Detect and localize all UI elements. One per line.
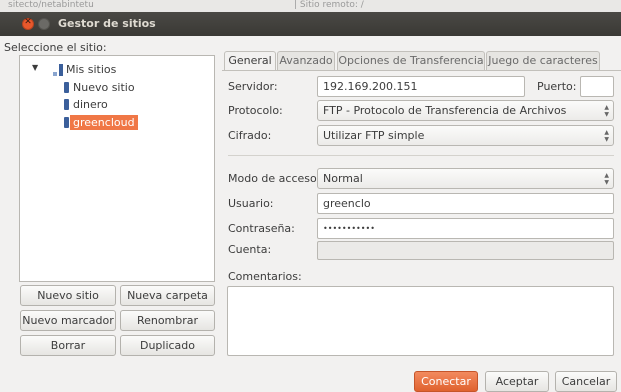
account-label: Cuenta: <box>228 243 272 256</box>
new-bookmark-button[interactable]: Nuevo marcador <box>20 310 116 331</box>
port-label: Puerto: <box>537 80 577 93</box>
tab-divider <box>222 70 621 71</box>
tree-root-my-sites[interactable]: Mis sitios <box>66 62 116 77</box>
server-input[interactable]: 192.169.200.151 <box>317 76 525 97</box>
encryption-select[interactable]: Utilizar FTP simple ▲ ▼ <box>317 125 614 146</box>
logon-type-select[interactable]: Normal ▲ ▼ <box>317 168 614 189</box>
password-label: Contraseña: <box>228 222 295 235</box>
account-input <box>317 241 614 260</box>
expand-triangle-icon[interactable]: ▼ <box>32 63 38 72</box>
folder-tree-icon <box>53 64 63 76</box>
tree-item-greencloud[interactable]: greencloud <box>70 115 138 130</box>
tree-item-dinero[interactable]: dinero <box>73 97 108 112</box>
window-title: Gestor de sitios <box>58 17 156 30</box>
tab-charset[interactable]: Juego de caracteres <box>486 51 600 70</box>
minimize-window-button[interactable] <box>38 18 50 30</box>
new-folder-button[interactable]: Nueva carpeta <box>120 285 215 306</box>
logon-type-value: Normal <box>323 172 363 185</box>
user-label: Usuario: <box>228 197 274 210</box>
site-tree[interactable]: ▼ Mis sitios Nuevo sitio dinero greenclo… <box>19 55 215 282</box>
site-icon <box>64 99 69 110</box>
protocol-value: FTP - Protocolo de Transferencia de Arch… <box>323 104 567 117</box>
password-input[interactable]: ••••••••••• <box>317 218 614 239</box>
comments-textarea[interactable] <box>227 286 614 356</box>
duplicate-button[interactable]: Duplicado <box>120 335 215 356</box>
tree-item-new-site[interactable]: Nuevo sitio <box>73 80 135 95</box>
tab-advanced[interactable]: Avanzado <box>277 51 335 70</box>
logon-type-label: Modo de acceso: <box>228 172 321 185</box>
encryption-label: Cifrado: <box>228 129 272 142</box>
protocol-label: Protocolo: <box>228 104 283 117</box>
updown-arrows-icon: ▲ ▼ <box>604 129 609 143</box>
background-path-text: sitecto/netabintetu <box>8 0 94 10</box>
delete-button[interactable]: Borrar <box>20 335 116 356</box>
close-icon: ✕ <box>24 17 32 27</box>
title-bar: ✕ Gestor de sitios <box>0 12 621 36</box>
encryption-value: Utilizar FTP simple <box>323 129 425 142</box>
close-window-button[interactable]: ✕ <box>22 17 34 30</box>
site-icon <box>64 117 69 128</box>
protocol-select[interactable]: FTP - Protocolo de Transferencia de Arch… <box>317 100 614 121</box>
rename-button[interactable]: Renombrar <box>120 310 215 331</box>
updown-arrows-icon: ▲ ▼ <box>604 172 609 186</box>
background-remote-site-text: | Sitio remoto: / <box>294 0 364 10</box>
form-separator <box>228 155 614 156</box>
server-label: Servidor: <box>228 80 278 93</box>
select-site-label: Seleccione el sitio: <box>4 41 107 54</box>
comments-label: Comentarios: <box>228 270 302 283</box>
tab-transfer-settings[interactable]: Opciones de Transferencia <box>337 51 485 70</box>
user-input[interactable]: greenclo <box>317 193 614 214</box>
site-icon <box>64 82 69 93</box>
updown-arrows-icon: ▲ ▼ <box>604 104 609 118</box>
new-site-button[interactable]: Nuevo sitio <box>20 285 116 306</box>
tab-general[interactable]: General <box>224 51 276 71</box>
port-input[interactable] <box>580 76 614 97</box>
